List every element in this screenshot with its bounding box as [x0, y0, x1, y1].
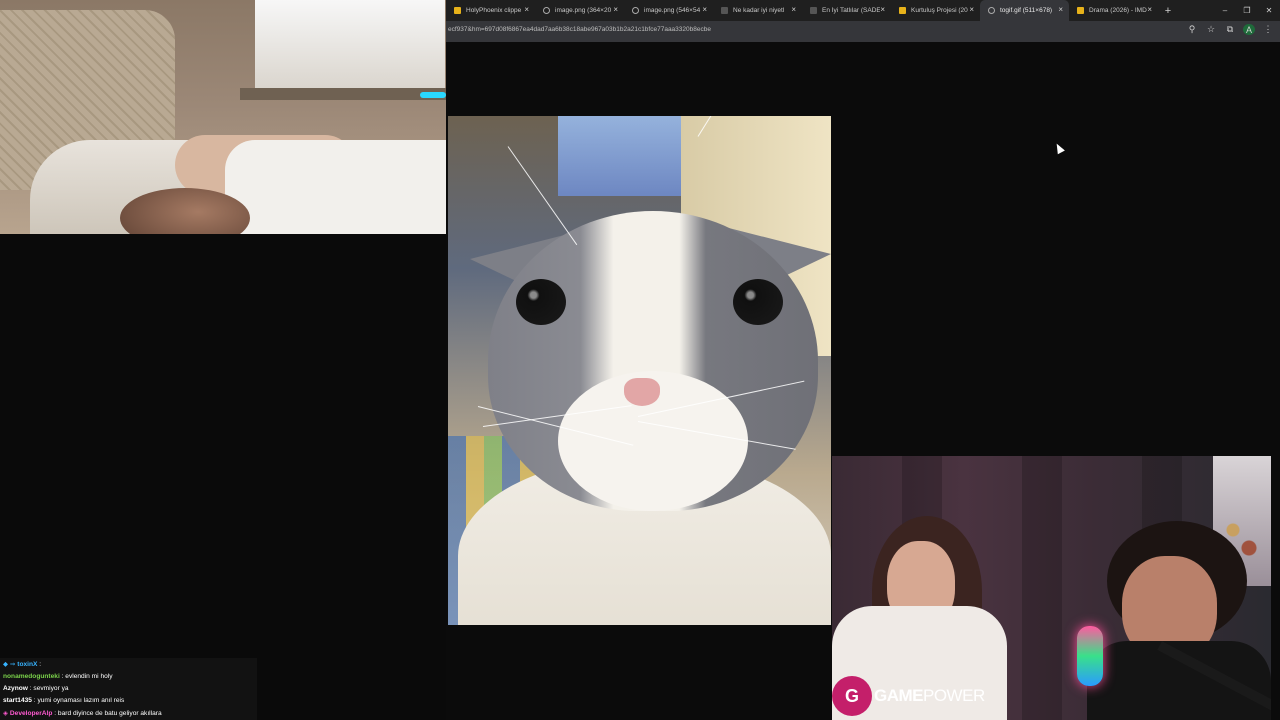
- chat-username: DeveloperAlp: [9, 710, 53, 717]
- badge-icon: ◈: [3, 710, 10, 717]
- tab-favicon-7: [1077, 7, 1084, 14]
- new-tab-button[interactable]: +: [1160, 0, 1176, 21]
- logo-word-game: GAME: [874, 686, 924, 705]
- window-controls: – ❐ ✕: [1214, 0, 1280, 21]
- gamepower-logo: G GAMEPOWER: [832, 676, 985, 716]
- tab-6-active[interactable]: togif.gif (511×678) ×: [980, 0, 1069, 21]
- tab-title-7: Drama (2026) - IMD: [1089, 7, 1147, 14]
- cat-left-eye: [516, 279, 566, 325]
- tab-1[interactable]: image.png (364×20 ×: [535, 0, 624, 21]
- tab-3[interactable]: Ne kadar iyi niyetl ×: [713, 0, 802, 21]
- tab-close-icon[interactable]: ×: [969, 5, 974, 15]
- tab-favicon-4: [810, 7, 817, 14]
- chat-text: : yumi oynaması lazım anıl reis: [31, 697, 125, 704]
- tab-5[interactable]: Kurtuluş Projesi (20 ×: [891, 0, 980, 21]
- tab-close-icon[interactable]: ×: [1058, 5, 1063, 15]
- tab-favicon-3: [721, 7, 728, 14]
- logo-word-power: POWER: [923, 686, 985, 705]
- cat-right-eye: [733, 279, 783, 325]
- chat-message: ◈ DeveloperAlp : bard diyince de batu ge…: [3, 709, 162, 717]
- close-window-icon[interactable]: ✕: [1258, 0, 1280, 21]
- curtain-fold: [1022, 456, 1062, 720]
- chat-overlay: ◆ ⇒ toxinX : nonamedogunteki : evlendin …: [0, 658, 257, 720]
- chat-username: Azynow: [3, 685, 28, 692]
- chat-text: :: [37, 661, 42, 668]
- rgb-microphone: [1077, 626, 1103, 686]
- tab-title-4: En İyi Tatlılar (SADE: [822, 7, 880, 14]
- chat-username: toxinX: [17, 661, 38, 668]
- background-window: [558, 116, 688, 196]
- tab-title-5: Kurtuluş Projesi (20: [911, 7, 968, 14]
- tab-close-icon[interactable]: ×: [613, 5, 618, 15]
- chat-message: ◆ ⇒ toxinX :: [3, 660, 41, 668]
- tab-title-3: Ne kadar iyi niyetl: [733, 7, 785, 14]
- chat-message: start1435 : yumi oynaması lazım anıl rei…: [3, 697, 124, 704]
- window-light: [255, 0, 445, 92]
- chat-username: start1435: [3, 697, 32, 704]
- profile-avatar[interactable]: A: [1243, 24, 1255, 35]
- address-bar-icons: ⚲ ☆ ⧉ A ⋮: [1186, 24, 1274, 35]
- bookmark-star-icon[interactable]: ☆: [1205, 24, 1217, 35]
- tab-favicon-5: [899, 7, 906, 14]
- tab-2[interactable]: image.png (546×54 ×: [624, 0, 713, 21]
- restore-icon[interactable]: ❐: [1236, 0, 1258, 21]
- tab-favicon-0: [454, 7, 461, 14]
- chat-text: : sevmiyor ya: [27, 685, 69, 692]
- globe-icon: [632, 7, 639, 14]
- cat-nose: [624, 378, 660, 406]
- tab-0[interactable]: HolyPhoenix clippe ×: [446, 0, 535, 21]
- globe-icon: [543, 7, 550, 14]
- blue-light: [420, 92, 446, 98]
- tab-close-icon[interactable]: ×: [702, 5, 707, 15]
- tab-7[interactable]: Drama (2026) - IMD ×: [1069, 0, 1158, 21]
- extensions-icon[interactable]: ⧉: [1224, 24, 1236, 35]
- tab-strip: HolyPhoenix clippe × image.png (364×20 ×…: [446, 0, 1280, 21]
- webcam-bedroom: [0, 0, 446, 234]
- chat-username: nonamedogunteki: [3, 673, 60, 680]
- tab-close-icon[interactable]: ×: [524, 5, 529, 15]
- tab-title-0: HolyPhoenix clippe: [466, 7, 522, 14]
- address-bar: ecf937&hm=697d08f6867ea4dad7aa6b38c18abe…: [446, 21, 1280, 42]
- screen: HolyPhoenix clippe × image.png (364×20 ×…: [0, 0, 1280, 720]
- badge-icon: ◆ ⇒: [3, 661, 18, 668]
- chat-message: Azynow : sevmiyor ya: [3, 685, 69, 692]
- chat-message: nonamedogunteki : evlendin mi holy: [3, 673, 113, 680]
- chat-text: : bard diyince de batu geliyor akıllara: [52, 710, 162, 717]
- tab-close-icon[interactable]: ×: [1147, 5, 1152, 15]
- chat-text: : evlendin mi holy: [59, 673, 113, 680]
- sleeping-person-shirt: [225, 140, 446, 234]
- menu-kebab-icon[interactable]: ⋮: [1262, 24, 1274, 35]
- tab-close-icon[interactable]: ×: [791, 5, 796, 15]
- zoom-icon[interactable]: ⚲: [1186, 24, 1198, 35]
- gamepower-logo-text: GAMEPOWER: [874, 686, 985, 706]
- minimize-icon[interactable]: –: [1214, 0, 1236, 21]
- tab-title-1: image.png (364×20: [555, 7, 612, 14]
- window-sill: [240, 88, 446, 100]
- url-field[interactable]: ecf937&hm=697d08f6867ea4dad7aa6b38c18abe…: [448, 26, 711, 33]
- tab-title-6: togif.gif (511×678): [1000, 7, 1053, 14]
- tab-close-icon[interactable]: ×: [880, 5, 885, 15]
- tab-title-2: image.png (546×54: [644, 7, 701, 14]
- tab-4[interactable]: En İyi Tatlılar (SADE ×: [802, 0, 891, 21]
- globe-icon: [988, 7, 995, 14]
- displayed-cat-image: [448, 116, 831, 625]
- gamepower-logo-mark: G: [832, 676, 872, 716]
